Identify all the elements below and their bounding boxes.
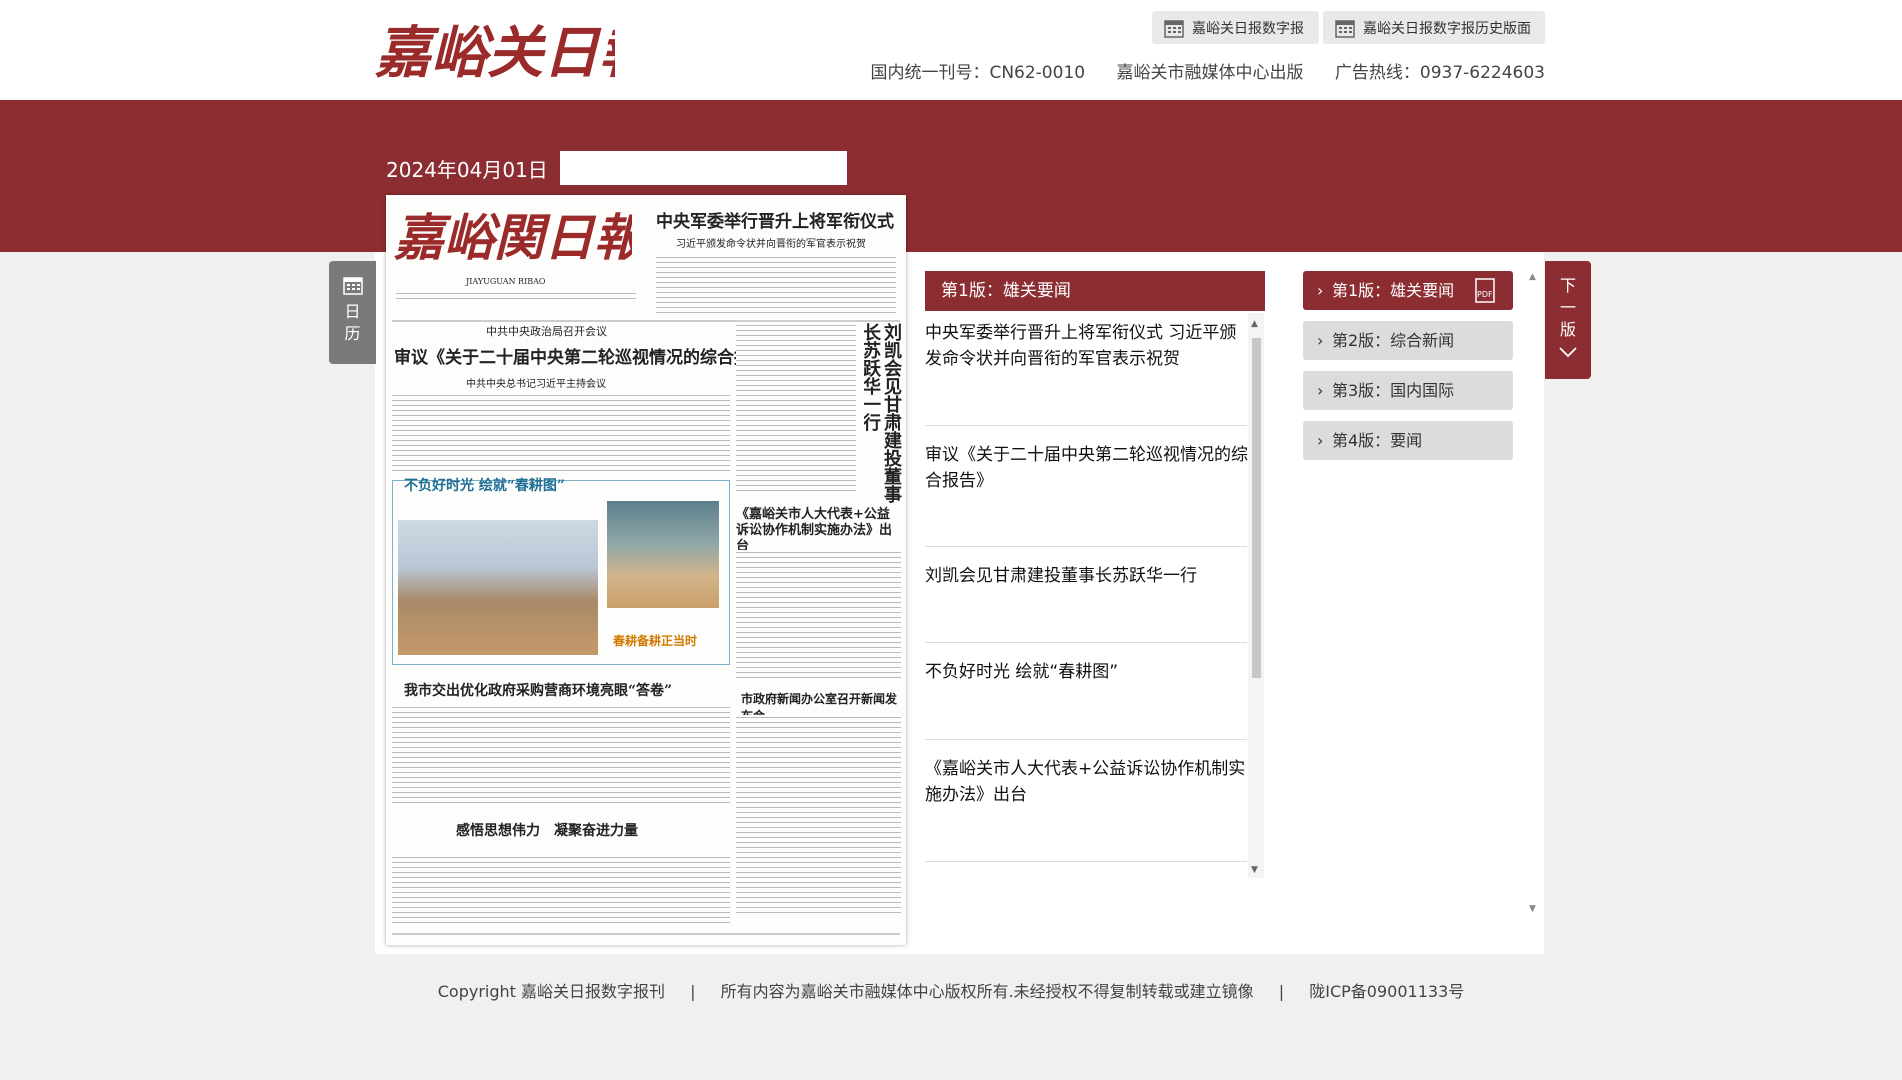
article-list: 中央军委举行晋升上将军衔仪式 习近平颁发命令状并向晋衔的军官表示祝贺 审议《关于… — [925, 313, 1265, 878]
edition-label: 第2版：综合新闻 — [1332, 331, 1455, 350]
footer-rights: 所有内容为嘉峪关市融媒体中心版权所有.未经授权不得复制转载或建立镜像 — [720, 982, 1254, 1001]
digital-edition-button[interactable]: 嘉峪关日报数字报 — [1152, 11, 1319, 44]
article-link[interactable]: 不负好时光 绘就“春耕图” — [925, 659, 1250, 685]
calendar-label-1: 日 — [344, 302, 361, 321]
pdf-text: PDF — [1477, 290, 1493, 299]
article-link[interactable]: 刘凯会见甘肃建投董事长苏跃华一行 — [925, 563, 1250, 589]
divider — [925, 425, 1247, 426]
edition-scrollbar[interactable]: ▲ ▼ — [1526, 268, 1540, 920]
edition-item-4[interactable]: › 第4版：要闻 — [1303, 421, 1513, 460]
edition-item-1[interactable]: › 第1版：雄关要闻 PDF — [1303, 271, 1513, 310]
paper-headline-main: 审议《关于二十届中央第二轮巡视情况的综合报告》 — [394, 348, 785, 368]
header-band — [0, 100, 1902, 252]
paper-headline-top: 中央军委举行晋升上将军衔仪式 — [656, 212, 894, 232]
calendar-icon — [342, 277, 363, 295]
chevron-right-icon: › — [1317, 281, 1324, 300]
next-page-button[interactable]: 下 一 版 — [1545, 261, 1591, 379]
divider — [925, 861, 1247, 862]
chevron-right-icon: › — [1317, 431, 1324, 450]
divider — [925, 739, 1247, 740]
digital-edition-label: 嘉峪关日报数字报 — [1192, 20, 1304, 37]
history-edition-label: 嘉峪关日报数字报历史版面 — [1363, 20, 1531, 37]
footer-icp-link[interactable]: 陇ICP备09001133号 — [1309, 982, 1464, 1001]
text-column — [656, 255, 896, 315]
footer-separator: | — [1278, 982, 1285, 1001]
paper-vertical-head: 刘凯会见甘肃建投董事长苏跃华一行 — [864, 323, 902, 503]
date-input[interactable] — [560, 151, 847, 185]
site-header: 嘉峪关日報 嘉峪关日报数字报 嘉峪关日报数字报历史版面 国内统一刊号：CN62-… — [0, 0, 1902, 100]
rule — [392, 320, 900, 322]
scroll-thumb[interactable] — [1252, 338, 1261, 678]
edition-label: 第3版：国内国际 — [1332, 381, 1455, 400]
calendar-toggle[interactable]: 日 历 — [329, 261, 376, 364]
paper-kicker: 中共中央政治局召开会议 — [486, 325, 607, 338]
divider — [925, 546, 1247, 547]
publication-info: 国内统一刊号：CN62-0010 嘉峪关市融媒体中心出版 广告热线：0937-6… — [844, 58, 1545, 83]
text-column — [392, 855, 730, 927]
scroll-up-icon[interactable]: ▲ — [1251, 319, 1258, 329]
hotline-text: 广告热线：0937-6224603 — [1334, 63, 1545, 83]
current-date: 2024年04月01日 — [386, 158, 548, 182]
chevron-right-icon: › — [1317, 381, 1324, 400]
paper-spring-label: 春耕备耕正当时 — [613, 634, 698, 648]
publisher-text: 嘉峪关市融媒体中心出版 — [1116, 63, 1304, 83]
newspaper-masthead: 嘉峪関日報 — [394, 208, 632, 267]
paper-head-procure: 我市交出优化政府采购营商环境亮眼“答卷” — [404, 683, 673, 699]
next-label-1: 下 — [1559, 276, 1576, 295]
paper-head-think: 感悟思想伟力 凝聚奋进力量 — [456, 823, 638, 839]
next-label-3: 版 — [1559, 320, 1576, 339]
scroll-down-icon[interactable]: ▼ — [1251, 865, 1258, 875]
scroll-down-icon[interactable]: ▼ — [1529, 904, 1536, 914]
farm-photo — [398, 520, 598, 655]
text-column — [392, 393, 730, 473]
paper-sub-top: 习近平颁发命令状并向晋衔的军官表示祝贺 — [676, 239, 866, 250]
text-column — [736, 550, 901, 680]
chevron-down-icon — [1559, 347, 1577, 358]
issn-text: 国内统一刊号：CN62-0010 — [870, 63, 1086, 83]
edition-list: › 第1版：雄关要闻 PDF › 第2版：综合新闻 › 第3版：国内国际 › 第4版：要… — [1303, 271, 1513, 471]
text-column — [736, 715, 901, 915]
site-footer: Copyright 嘉峪关日报数字报刊 | 所有内容为嘉峪关市融媒体中心版权所有… — [0, 978, 1902, 1002]
edition-label: 第1版：雄关要闻 — [1332, 281, 1455, 300]
svg-text:嘉峪关日報: 嘉峪关日報 — [375, 20, 615, 86]
edition-item-3[interactable]: › 第3版：国内国际 — [1303, 371, 1513, 410]
svg-text:嘉峪関日報: 嘉峪関日報 — [394, 208, 632, 267]
paper-sub-main: 中共中央总书记习近平主持会议 — [466, 379, 606, 390]
article-scrollbar[interactable]: ▲ ▼ — [1248, 313, 1264, 878]
edition-item-2[interactable]: › 第2版：综合新闻 — [1303, 321, 1513, 360]
pdf-icon[interactable]: PDF — [1473, 278, 1499, 303]
field-photo — [607, 501, 719, 608]
paper-photo-head: 不负好时光 绘就“春耕图” — [404, 478, 565, 494]
section-title: 第1版：雄关要闻 — [925, 271, 1265, 311]
newspaper-page[interactable]: 嘉峪関日報 JIAYUGUAN RIBAO 中央军委举行晋升上将军衔仪式 习近平… — [386, 195, 906, 945]
calendar-icon — [1164, 19, 1184, 38]
paper-head-law: 《嘉峪关市人大代表+公益诉讼协作机制实施办法》出台 — [736, 507, 893, 554]
next-label-2: 一 — [1559, 298, 1576, 317]
article-link[interactable]: 《嘉峪关市人大代表+公益诉讼协作机制实施办法》出台 — [925, 756, 1250, 808]
scroll-up-icon[interactable]: ▲ — [1529, 272, 1536, 282]
article-link[interactable]: 中央军委举行晋升上将军衔仪式 习近平颁发命令状并向晋衔的军官表示祝贺 — [925, 320, 1250, 372]
chevron-right-icon: › — [1317, 331, 1324, 350]
article-link[interactable]: 审议《关于二十届中央第二轮巡视情况的综合报告》 — [925, 442, 1250, 494]
text-column — [392, 705, 730, 805]
history-edition-button[interactable]: 嘉峪关日报数字报历史版面 — [1323, 11, 1545, 44]
calendar-label-2: 历 — [344, 324, 361, 343]
rule — [392, 933, 900, 935]
masthead-info — [396, 291, 636, 303]
site-logo[interactable]: 嘉峪关日報 — [375, 10, 615, 90]
footer-copyright: Copyright 嘉峪关日报数字报刊 — [437, 982, 666, 1001]
calendar-icon — [1335, 19, 1355, 38]
edition-label: 第4版：要闻 — [1332, 431, 1423, 450]
footer-separator: | — [690, 982, 696, 1001]
text-column — [736, 323, 856, 495]
masthead-pinyin: JIAYUGUAN RIBAO — [466, 277, 546, 286]
divider — [925, 642, 1247, 643]
